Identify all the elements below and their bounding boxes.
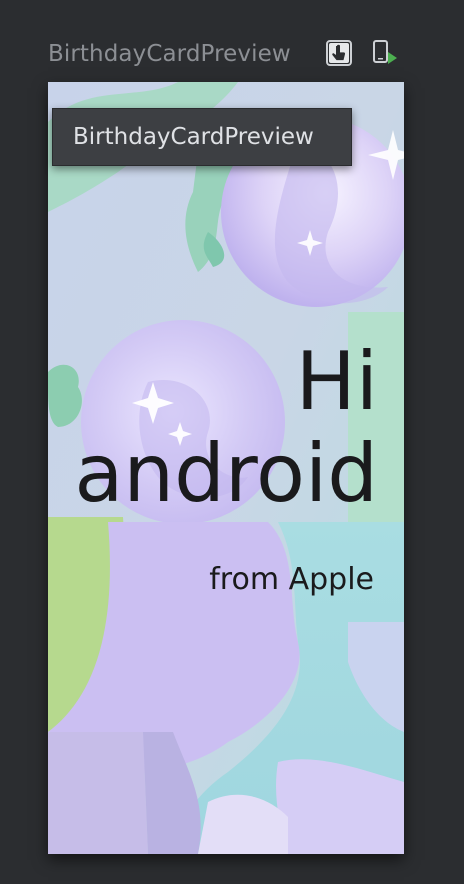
interactive-mode-icon [326,40,352,66]
preview-toolbar [324,38,400,68]
interactive-mode-button[interactable] [324,38,354,68]
preview-name-tooltip: BirthdayCardPreview [52,108,352,166]
deploy-to-device-icon [373,40,397,64]
greeting-line-hi: Hi [295,335,378,428]
preview-header: BirthdayCardPreview [48,36,291,72]
compose-preview-panel: BirthdayCardPreview Hi android from Appl… [0,0,464,884]
greeting-line-name: android [74,427,378,520]
birthday-greeting: Hi android [48,336,378,520]
birthday-signature: from Apple [209,562,374,597]
tooltip-text: BirthdayCardPreview [73,124,314,150]
deploy-preview-button[interactable] [370,38,400,68]
preview-title: BirthdayCardPreview [48,41,291,67]
